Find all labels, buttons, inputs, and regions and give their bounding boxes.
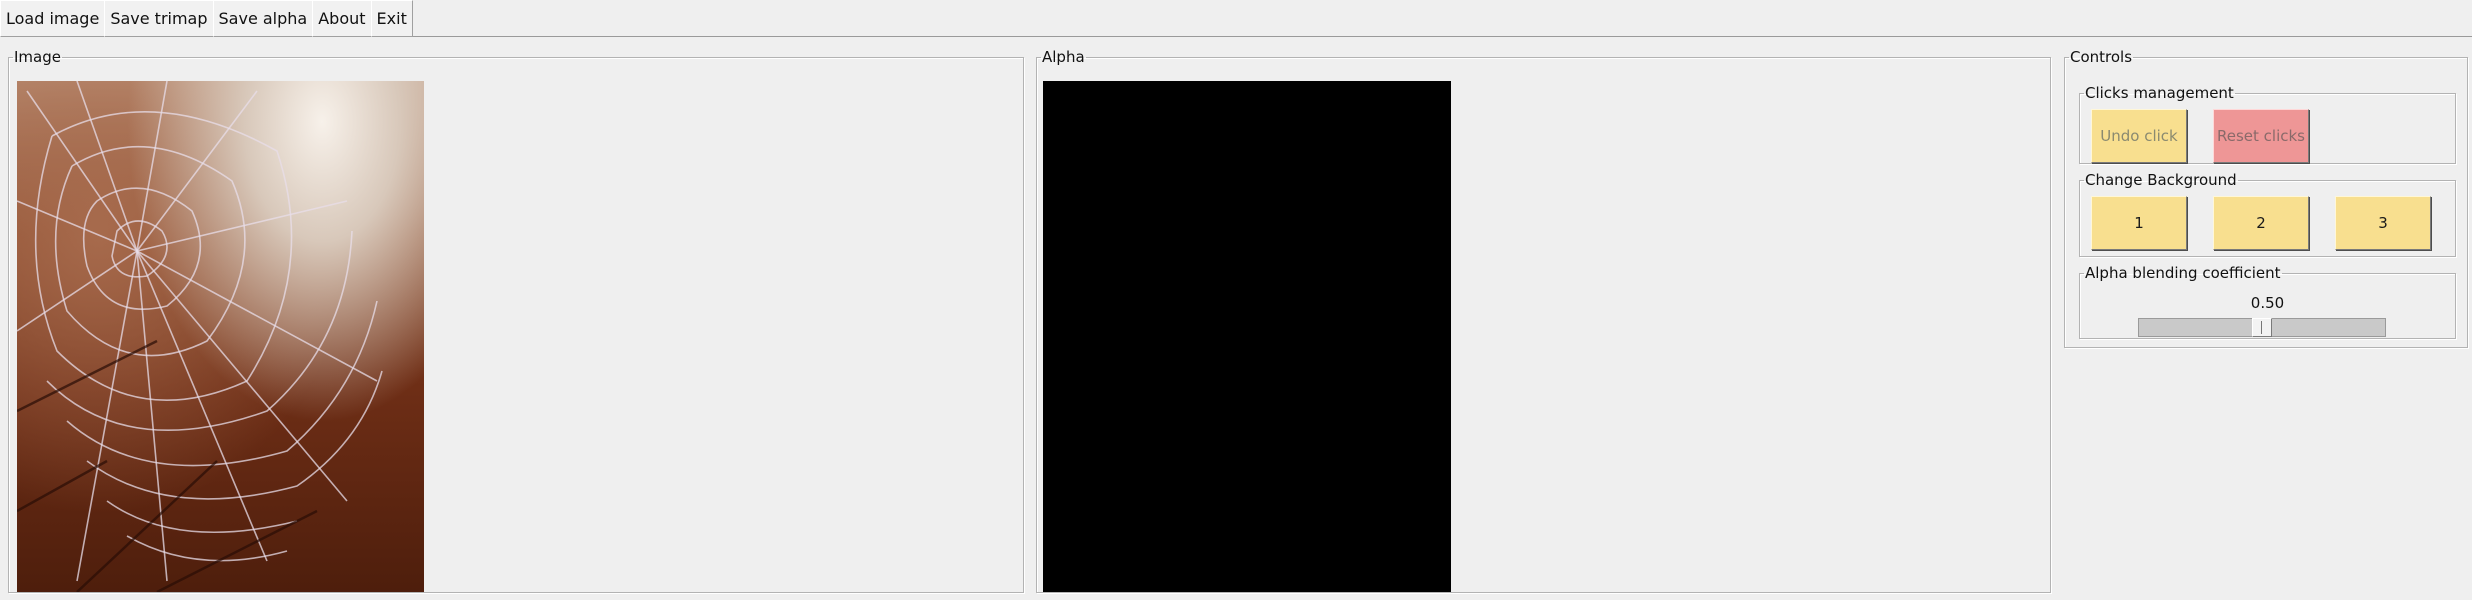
alpha-blending-slider[interactable] xyxy=(2138,318,2386,337)
alpha-blending-group: Alpha blending coefficient 0.50 xyxy=(2079,266,2456,339)
load-image-button[interactable]: Load image xyxy=(0,0,106,37)
alpha-panel-title: Alpha xyxy=(1042,48,1085,66)
exit-button[interactable]: Exit xyxy=(370,0,413,37)
slider-handle[interactable] xyxy=(2252,318,2272,337)
about-button[interactable]: About xyxy=(312,0,372,37)
background-1-button[interactable]: 1 xyxy=(2091,196,2187,250)
undo-click-button[interactable]: Undo click xyxy=(2091,109,2187,163)
alpha-blending-title: Alpha blending coefficient xyxy=(2085,264,2281,282)
controls-panel-title: Controls xyxy=(2070,48,2133,66)
controls-panel: Controls Clicks management Undo click Re… xyxy=(2064,50,2468,348)
clicks-management-group: Clicks management Undo click Reset click… xyxy=(2079,86,2456,164)
save-alpha-button[interactable]: Save alpha xyxy=(212,0,314,37)
change-background-group: Change Background 1 2 3 xyxy=(2079,173,2456,257)
alpha-panel: Alpha xyxy=(1036,50,2051,593)
alpha-blending-value: 0.50 xyxy=(2250,294,2285,312)
save-trimap-button[interactable]: Save trimap xyxy=(104,0,214,37)
background-3-button[interactable]: 3 xyxy=(2335,196,2431,250)
reset-clicks-button[interactable]: Reset clicks xyxy=(2213,109,2309,163)
image-panel-title: Image xyxy=(14,48,61,66)
background-2-button[interactable]: 2 xyxy=(2213,196,2309,250)
alpha-canvas xyxy=(1043,81,1451,592)
spider-web-photo xyxy=(17,81,383,592)
toolbar: Load image Save trimap Save alpha About … xyxy=(0,0,2472,37)
clicks-management-title: Clicks management xyxy=(2085,84,2234,102)
change-background-title: Change Background xyxy=(2085,171,2237,189)
image-canvas[interactable] xyxy=(17,81,424,592)
image-panel: Image xyxy=(8,50,1024,593)
